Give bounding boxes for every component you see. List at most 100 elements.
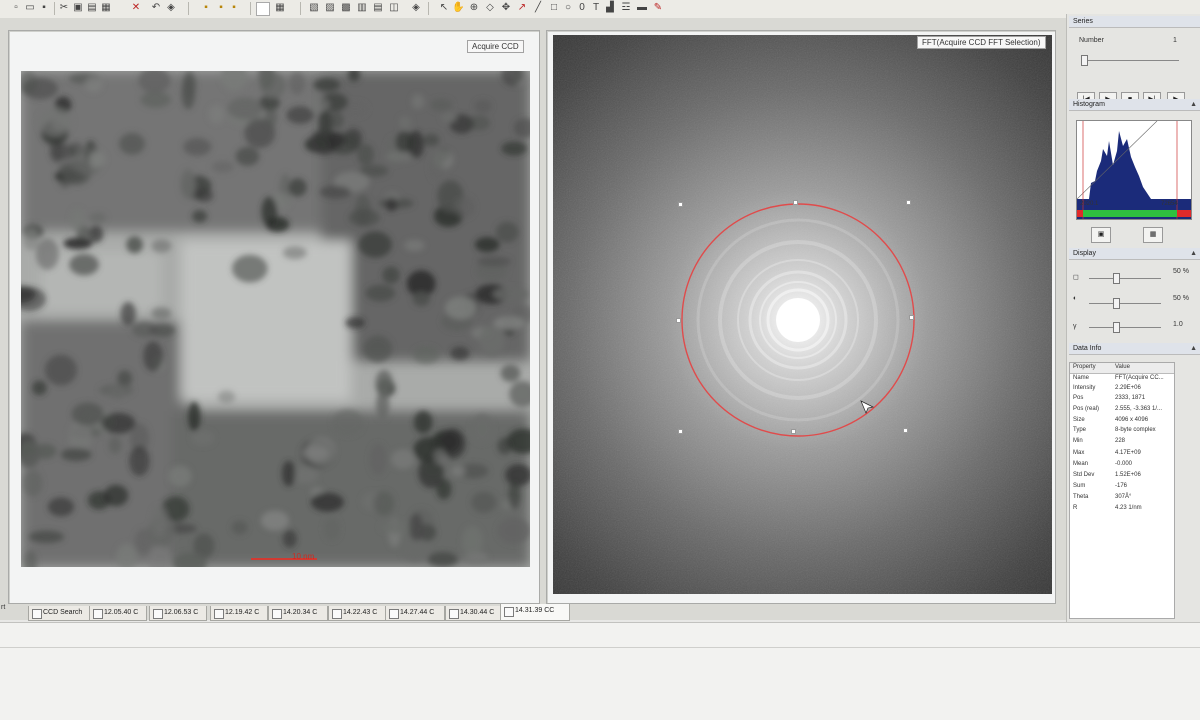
roi-handle[interactable]	[676, 318, 681, 323]
histogram-range-bar[interactable]	[1077, 210, 1191, 217]
histogram-options-button[interactable]: ▦	[1143, 227, 1163, 243]
nanoparticle	[143, 341, 163, 372]
line-icon[interactable]: ↗	[516, 2, 528, 14]
text-icon[interactable]: ▦	[274, 2, 286, 14]
acquire-ccd-window[interactable]: Acquire CCD 10 nm	[8, 30, 540, 604]
contrast-icon: ◐	[1073, 295, 1078, 302]
series-header[interactable]: Series	[1069, 16, 1200, 28]
zoom-icon[interactable]: ⊕	[468, 2, 480, 14]
collapse-arrow-icon[interactable]: ▲	[1190, 99, 1197, 110]
nanoparticle	[120, 301, 136, 326]
collapse-arrow-icon[interactable]: ▲	[1190, 248, 1197, 259]
rect-roi-icon[interactable]: ▪	[200, 2, 212, 14]
nanoparticle	[407, 130, 424, 159]
open-icon[interactable]: ▭	[24, 2, 36, 14]
copy-icon[interactable]: ▣	[72, 2, 84, 14]
brightness-slider-track[interactable]	[1089, 278, 1161, 279]
contrast-slider-thumb[interactable]	[1113, 298, 1120, 309]
select-icon[interactable]: ↖	[438, 2, 450, 14]
roi-handle[interactable]	[678, 202, 683, 207]
left-edge-label: rt	[1, 604, 6, 611]
output-area[interactable]	[0, 622, 1200, 720]
paste-icon[interactable]: ▤	[86, 2, 98, 14]
column-header-value[interactable]: Value	[1115, 364, 1130, 370]
nanoparticle	[445, 296, 477, 320]
zoom-icon[interactable]: ▧	[308, 2, 320, 14]
roi-handle[interactable]	[906, 200, 911, 205]
table-row: Mean -0.000	[1070, 460, 1174, 470]
nanoparticle	[508, 480, 521, 510]
histogram-plot[interactable]: 2020.1 72654	[1076, 120, 1192, 220]
roi-handle[interactable]	[791, 429, 796, 434]
text-tool-icon[interactable]: T	[590, 2, 602, 14]
series-slider-thumb[interactable]	[1081, 55, 1088, 66]
tab-image[interactable]: 12.05.40 C	[89, 606, 147, 621]
fft-image[interactable]	[553, 35, 1052, 594]
roi-handle[interactable]	[793, 200, 798, 205]
tab-image[interactable]: 12.19.42 C	[210, 606, 268, 621]
number-icon[interactable]: ◈	[410, 2, 422, 14]
gamma-slider-thumb[interactable]	[1113, 322, 1120, 333]
spot-icon[interactable]: ✥	[500, 2, 512, 14]
property-name: Intensity	[1073, 385, 1096, 391]
hand-icon[interactable]: ✋	[452, 2, 464, 14]
hand-icon[interactable]: ▨	[324, 2, 336, 14]
display-header[interactable]: Display ▲	[1069, 248, 1200, 260]
number-icon[interactable]: 0	[576, 2, 588, 14]
fft-canvas	[553, 35, 1052, 594]
gamma-slider-track[interactable]	[1089, 327, 1161, 328]
point-roi-icon[interactable]	[256, 2, 270, 16]
number-label: Number	[1079, 37, 1104, 44]
line-icon[interactable]: ╱	[532, 2, 544, 14]
delete-icon[interactable]: ✕	[130, 2, 142, 14]
oval-roi-icon[interactable]: ○	[562, 2, 574, 14]
tab-image-active[interactable]: 14.31.39 CC	[500, 604, 570, 621]
new-file-icon[interactable]: ▫	[10, 2, 22, 14]
undo-icon[interactable]: ↶	[150, 2, 162, 14]
select-icon[interactable]: ▩	[340, 2, 352, 14]
redo-icon[interactable]: ◈	[165, 2, 177, 14]
tab-image[interactable]: 14.27.44 C	[385, 606, 445, 621]
nanoparticle	[357, 143, 374, 166]
circle-icon[interactable]: ◫	[388, 2, 400, 14]
brightness-icon: ◻	[1073, 274, 1079, 281]
image-tab-icon	[32, 609, 42, 619]
edit-icon[interactable]: ✎	[652, 2, 664, 14]
roi-handle[interactable]	[903, 428, 908, 433]
image-tab-icon	[332, 609, 342, 619]
roi-handle[interactable]	[909, 315, 914, 320]
tab-image[interactable]: 14.22.43 C	[328, 606, 388, 621]
column-header-property[interactable]: Property	[1073, 364, 1096, 370]
brightness-slider-thumb[interactable]	[1113, 273, 1120, 284]
line-roi-icon[interactable]: ▪	[215, 2, 227, 14]
print-icon[interactable]: ▦	[100, 2, 112, 14]
cut-icon[interactable]: ✂	[58, 2, 70, 14]
tem-image-canvas	[21, 71, 530, 567]
oval-roi-icon[interactable]: ▪	[228, 2, 240, 14]
nanoparticle	[398, 115, 412, 130]
arrow-icon[interactable]: ▥	[356, 2, 368, 14]
data-info-header[interactable]: Data Info ▲	[1069, 343, 1200, 355]
window-title[interactable]: FFT(Acquire CCD FFT Selection)	[917, 36, 1046, 49]
histogram-icon[interactable]: ▬	[636, 2, 648, 14]
spot-icon[interactable]: ☲	[620, 2, 632, 14]
tab-image[interactable]: 12.06.53 C	[149, 606, 207, 621]
histogram-image-button[interactable]: ▣	[1091, 227, 1111, 243]
window-title[interactable]: Acquire CCD	[467, 40, 524, 53]
tem-image[interactable]	[21, 71, 530, 567]
tab-image[interactable]: 14.20.34 C	[268, 606, 328, 621]
nanoparticle	[479, 325, 505, 356]
line-icon[interactable]: ▤	[372, 2, 384, 14]
histogram-header[interactable]: Histogram ▲	[1069, 99, 1200, 111]
tab-image[interactable]: 14.30.44 C	[445, 606, 506, 621]
rect-roi-icon[interactable]: □	[548, 2, 560, 14]
fft-window[interactable]: FFT(Acquire CCD FFT Selection)	[546, 30, 1056, 604]
profile-icon[interactable]: ▟	[604, 2, 616, 14]
contrast-slider-track[interactable]	[1089, 303, 1161, 304]
save-icon[interactable]: ▪	[38, 2, 50, 14]
collapse-arrow-icon[interactable]: ▲	[1190, 343, 1197, 354]
arrow-icon[interactable]: ◇	[484, 2, 496, 14]
series-slider-track[interactable]	[1081, 60, 1179, 61]
roi-handle[interactable]	[678, 429, 683, 434]
nanoparticle	[191, 430, 215, 446]
